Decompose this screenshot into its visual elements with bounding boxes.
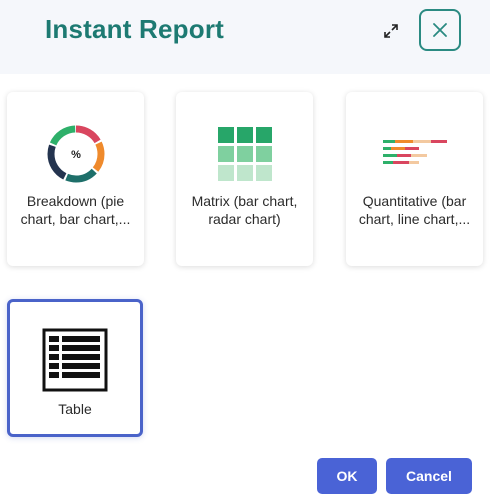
report-option-table[interactable]: Table: [7, 299, 143, 437]
cancel-button[interactable]: Cancel: [386, 458, 472, 494]
table-icon: [10, 328, 140, 392]
option-label: Matrix (bar chart, radar chart): [191, 193, 298, 227]
report-option-matrix[interactable]: Matrix (bar chart, radar chart): [176, 92, 313, 266]
expand-button[interactable]: [380, 20, 402, 42]
dialog-header: Instant Report: [0, 0, 490, 74]
instant-report-dialog: Instant Report % Breakdown (pie chart, b…: [0, 0, 490, 498]
option-label: Breakdown (pie chart, bar chart,...: [20, 193, 131, 227]
option-label: Table: [58, 401, 92, 417]
report-option-quantitative[interactable]: Quantitative (bar chart, line chart,...: [346, 92, 483, 266]
expand-icon: [384, 24, 398, 38]
matrix-grid-icon: [176, 122, 313, 186]
ok-button[interactable]: OK: [317, 458, 377, 494]
report-option-breakdown[interactable]: % Breakdown (pie chart, bar chart,...: [7, 92, 144, 266]
dialog-title: Instant Report: [45, 14, 225, 44]
option-label: Quantitative (bar chart, line chart,...: [358, 193, 471, 227]
stacked-bars-icon: [346, 122, 483, 186]
close-icon: [433, 23, 447, 37]
close-button[interactable]: [419, 9, 461, 51]
donut-chart-icon: %: [7, 122, 144, 186]
donut-center-label: %: [71, 149, 81, 161]
